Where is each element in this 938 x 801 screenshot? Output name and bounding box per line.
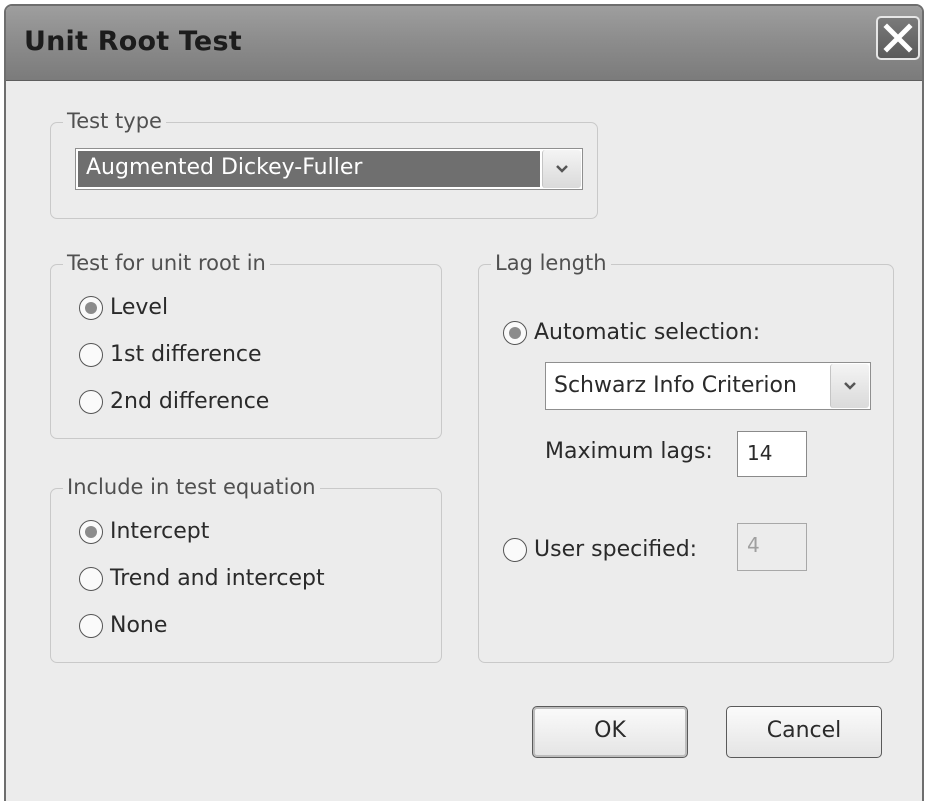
info-criterion-dropdown-arrow[interactable] — [830, 364, 869, 408]
test-type-select[interactable]: Augmented Dickey-Fuller — [75, 148, 583, 190]
close-button[interactable] — [876, 16, 920, 60]
radio-2nd-difference-dot[interactable] — [79, 390, 103, 414]
radio-1st-difference-label: 1st difference — [110, 342, 262, 367]
close-x-icon — [883, 23, 913, 53]
unit-root-in-legend: Test for unit root in — [63, 250, 270, 276]
test-type-legend: Test type — [63, 108, 166, 134]
user-specified-input[interactable]: 4 — [737, 523, 807, 571]
radio-none-label: None — [110, 613, 168, 638]
maximum-lags-input[interactable]: 14 — [737, 431, 807, 477]
unit-root-in-group: Test for unit root in Level 1st differen… — [50, 250, 442, 439]
radio-trend-and-intercept-label: Trend and intercept — [110, 566, 325, 591]
radio-1st-difference-dot[interactable] — [79, 343, 103, 367]
test-type-dropdown-arrow[interactable] — [542, 150, 581, 188]
test-type-group: Test type Augmented Dickey-Fuller — [50, 108, 598, 219]
maximum-lags-label: Maximum lags: — [545, 439, 713, 464]
radio-automatic-selection-label: Automatic selection: — [534, 320, 761, 345]
cancel-button[interactable]: Cancel — [726, 706, 882, 758]
info-criterion-value: Schwarz Info Criterion — [554, 373, 797, 398]
radio-automatic-selection-dot[interactable] — [503, 321, 527, 345]
info-criterion-select[interactable]: Schwarz Info Criterion — [545, 362, 871, 410]
dialog-title: Unit Root Test — [24, 26, 242, 57]
radio-intercept-dot[interactable] — [79, 520, 103, 544]
radio-trend-and-intercept-dot[interactable] — [79, 567, 103, 591]
chevron-down-icon — [556, 165, 568, 173]
title-bar[interactable]: Unit Root Test — [6, 6, 922, 81]
test-type-value: Augmented Dickey-Fuller — [78, 151, 540, 187]
chevron-down-icon — [844, 382, 856, 390]
radio-level-dot[interactable] — [79, 296, 103, 320]
include-in-equation-legend: Include in test equation — [63, 474, 320, 500]
radio-user-specified-dot[interactable] — [503, 538, 527, 562]
radio-intercept-label: Intercept — [110, 519, 210, 544]
radio-level-label: Level — [110, 295, 169, 320]
unit-root-test-dialog: Unit Root Test Test type Augmented Dicke… — [4, 4, 924, 801]
lag-length-legend: Lag length — [491, 250, 611, 276]
radio-none-dot[interactable] — [79, 614, 103, 638]
lag-length-group: Lag length Automatic selection: Schwarz … — [478, 250, 894, 663]
ok-button[interactable]: OK — [532, 706, 688, 758]
radio-2nd-difference-label: 2nd difference — [110, 389, 270, 414]
include-in-equation-group: Include in test equation Intercept Trend… — [50, 474, 442, 663]
radio-user-specified-label: User specified: — [534, 537, 698, 562]
